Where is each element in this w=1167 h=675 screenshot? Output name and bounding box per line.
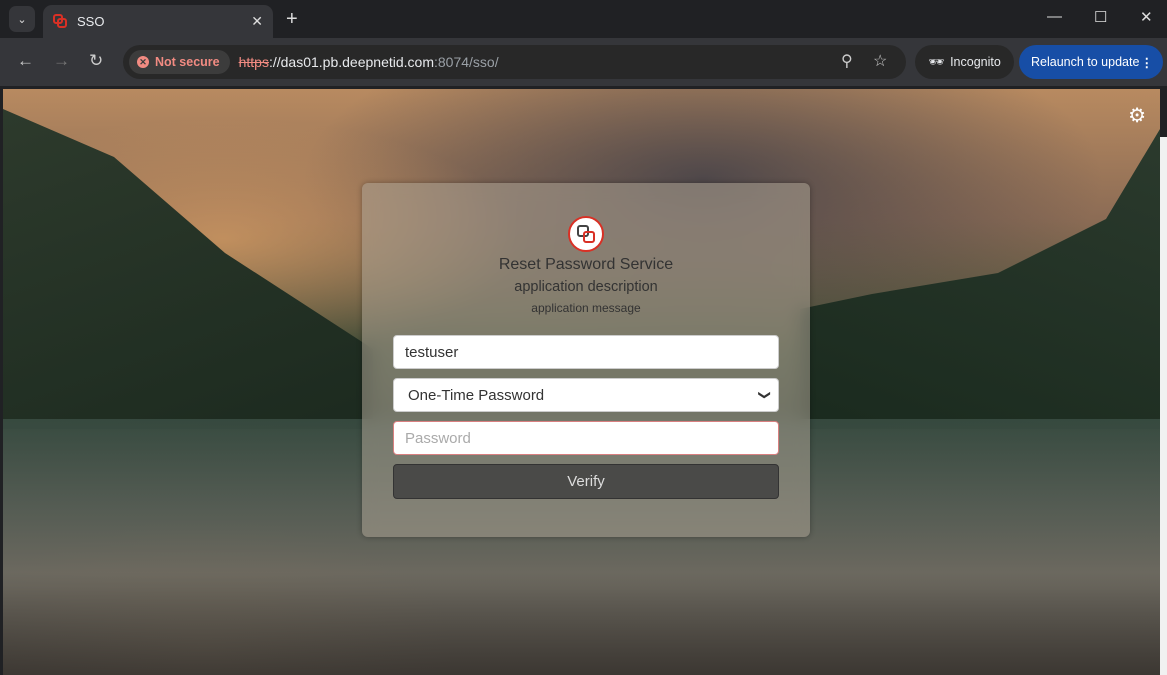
app-message: application message bbox=[531, 301, 641, 315]
app-description: application description bbox=[514, 279, 658, 295]
tab-search-button[interactable]: ⌄ bbox=[9, 6, 35, 32]
back-icon[interactable]: ← bbox=[17, 51, 34, 71]
reload-icon[interactable]: ↻ bbox=[89, 51, 103, 71]
tab-title: SSO bbox=[77, 14, 105, 29]
chevron-down-icon: ❯ bbox=[757, 389, 772, 401]
tab-sso[interactable]: SSO ✕ bbox=[43, 5, 273, 38]
incognito-icon: 🕶 bbox=[928, 54, 945, 69]
login-card: Reset Password Service application descr… bbox=[362, 183, 810, 537]
app-logo-icon bbox=[568, 216, 604, 252]
security-label: Not secure bbox=[155, 55, 220, 69]
tab-bar: ⌄ SSO ✕ + — ☐ ✕ bbox=[0, 0, 1167, 38]
auth-method-select[interactable]: One-Time Password ❯ bbox=[393, 378, 779, 412]
auth-method-value: One-Time Password bbox=[408, 386, 545, 404]
background-mountain-right bbox=[800, 129, 1160, 429]
url-path: :8074/sso/ bbox=[433, 54, 499, 70]
security-chip[interactable]: ✕ Not secure bbox=[129, 50, 230, 74]
url-text[interactable]: https://das01.pb.deepnetid.com:8074/sso/ bbox=[239, 54, 499, 70]
forward-icon[interactable]: → bbox=[53, 51, 70, 71]
password-input[interactable]: Password bbox=[393, 421, 779, 455]
relaunch-button[interactable]: Relaunch to update ⋮ bbox=[1019, 45, 1163, 79]
incognito-indicator[interactable]: 🕶 Incognito bbox=[915, 45, 1014, 79]
verify-button[interactable]: Verify bbox=[393, 464, 779, 499]
address-bar[interactable]: ✕ Not secure https://das01.pb.deepnetid.c… bbox=[123, 45, 906, 79]
close-tab-icon[interactable]: ✕ bbox=[251, 13, 263, 30]
maximize-icon[interactable]: ☐ bbox=[1094, 8, 1107, 26]
page-title: Reset Password Service bbox=[498, 256, 674, 273]
more-menu-icon[interactable]: ⋮ bbox=[1141, 55, 1154, 70]
relaunch-label: Relaunch to update bbox=[1031, 55, 1140, 69]
url-host: ://das01.pb.deepnetid.com bbox=[268, 54, 434, 70]
favicon-icon bbox=[53, 13, 69, 30]
page-background: ⚙ Reset Password Service application des… bbox=[3, 89, 1160, 675]
minimize-icon[interactable]: — bbox=[1047, 8, 1062, 25]
background-mountain-left bbox=[3, 109, 373, 429]
browser-toolbar: ← → ↻ ✕ Not secure https://das01.pb.deepn… bbox=[0, 38, 1167, 86]
not-secure-icon: ✕ bbox=[137, 56, 149, 68]
close-window-icon[interactable]: ✕ bbox=[1140, 8, 1153, 26]
incognito-label: Incognito bbox=[950, 55, 1001, 69]
settings-gear-icon[interactable]: ⚙ bbox=[1128, 103, 1146, 128]
username-input[interactable]: testuser bbox=[393, 335, 779, 369]
bookmark-star-icon[interactable]: ☆ bbox=[873, 51, 887, 71]
new-tab-button[interactable]: + bbox=[286, 8, 298, 31]
url-scheme: https bbox=[238, 54, 269, 70]
zoom-icon[interactable]: ⚲ bbox=[841, 51, 853, 71]
scrollbar[interactable] bbox=[1160, 137, 1167, 675]
